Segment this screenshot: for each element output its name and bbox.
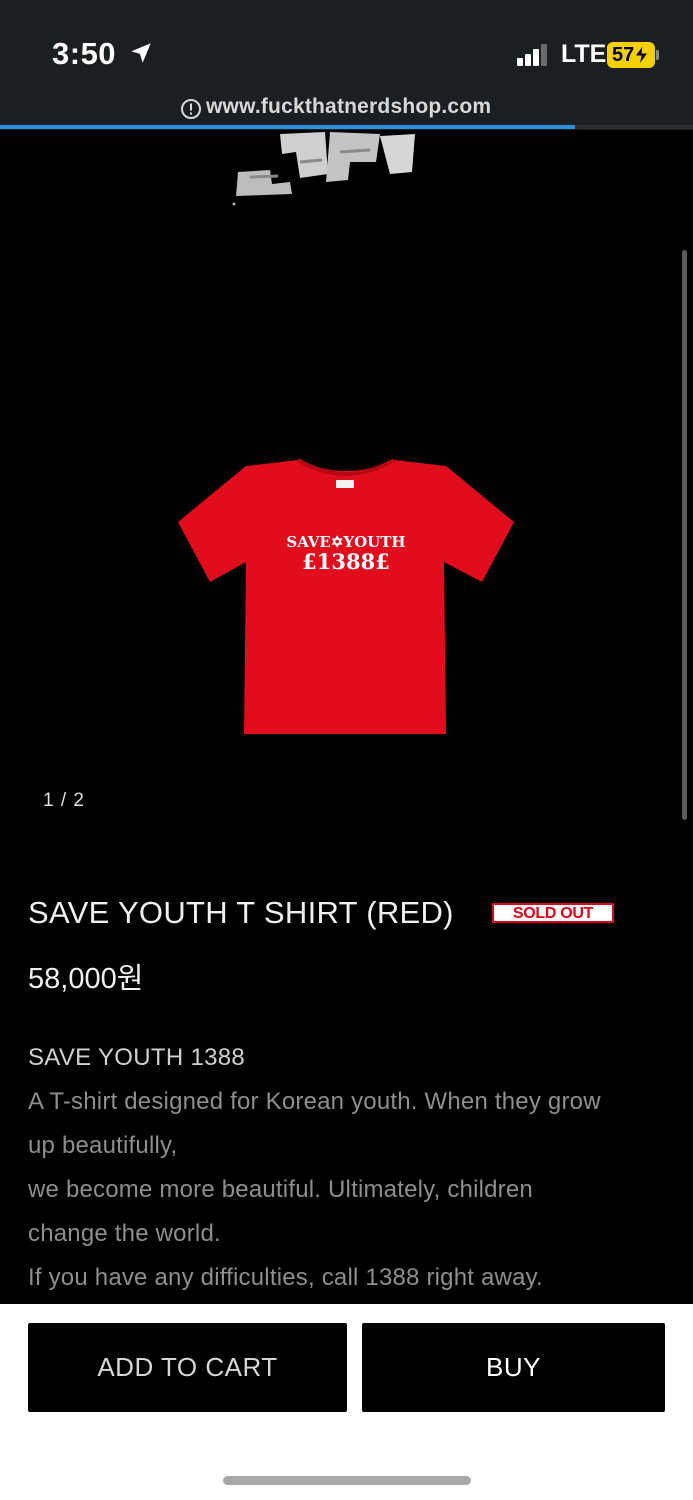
browser-chrome: 3:50 LTE 57 www.fuckthatnerdshop.com (0, 0, 693, 130)
description-line: A T-shirt designed for Korean youth. Whe… (28, 1088, 601, 1115)
charging-bolt-icon (634, 45, 649, 65)
description-heading: SAVE YOUTH 1388 (28, 1044, 246, 1071)
description-line: change the world. (28, 1220, 221, 1247)
shop-logo[interactable] (230, 132, 420, 207)
page-load-progress-fill (0, 125, 576, 129)
product-title: SAVE YOUTH T SHIRT (RED) (28, 895, 454, 930)
description-line: we become more beautiful. Ultimately, ch… (28, 1176, 533, 1203)
page-load-progress (0, 125, 693, 129)
cellular-signal-icon (517, 44, 547, 66)
network-label: LTE (561, 40, 607, 68)
product-image[interactable]: SAVE✡YOUTH £1388£ (176, 458, 516, 738)
sold-out-badge: SOLD OUT (492, 903, 614, 923)
slide-counter: 1 / 2 (43, 790, 85, 811)
description-line: up beautifully, (28, 1132, 178, 1159)
product-price: 58,000원 (28, 963, 144, 995)
location-arrow-icon (131, 43, 151, 63)
shirt-print-line2: £1388£ (302, 549, 390, 574)
url-address[interactable]: www.fuckthatnerdshop.com (206, 95, 491, 119)
shirt-tag (336, 480, 354, 488)
info-circle-icon[interactable] (180, 98, 202, 120)
home-indicator[interactable] (223, 1476, 471, 1485)
add-to-cart-button[interactable]: ADD TO CART (28, 1323, 347, 1412)
battery-cap (656, 50, 659, 60)
description-line: If you have any difficulties, call 1388 … (28, 1264, 543, 1291)
status-time: 3:50 (52, 36, 117, 71)
action-bar: ADD TO CART BUY (0, 1304, 693, 1500)
buy-button[interactable]: BUY (362, 1323, 665, 1412)
battery-level: 57 (612, 44, 635, 66)
scroll-indicator[interactable] (682, 250, 687, 820)
